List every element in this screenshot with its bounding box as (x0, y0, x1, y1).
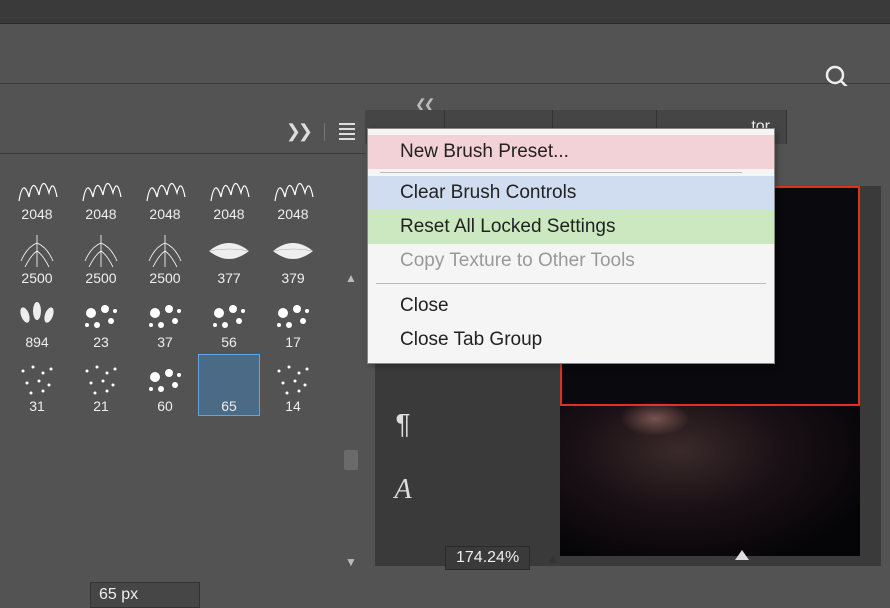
brush-preset[interactable]: 31 (6, 354, 68, 416)
brush-preset[interactable]: 2048 (134, 162, 196, 224)
brush-thumb (77, 359, 125, 399)
brush-preset[interactable]: 37 (134, 290, 196, 352)
brush-thumb (141, 359, 189, 399)
brush-panel-header: ❯❯ (0, 110, 365, 154)
brush-preset[interactable]: 2500 (6, 226, 68, 288)
zoom-level[interactable]: 174.24% (445, 546, 530, 570)
scroll-down-icon[interactable]: ▼ (343, 554, 359, 570)
panel-menu-icon[interactable] (339, 123, 355, 140)
brush-size-label: 17 (285, 335, 301, 351)
brush-size-label: 2048 (277, 207, 308, 223)
brush-preset[interactable]: 2048 (198, 162, 260, 224)
brush-thumb (77, 231, 125, 271)
brush-size-label: 31 (29, 399, 45, 415)
brush-thumb (269, 231, 317, 271)
brush-thumb (77, 295, 125, 335)
brush-size-label: 21 (93, 399, 109, 415)
brush-thumb (13, 167, 61, 207)
brush-size-label: 56 (221, 335, 237, 351)
expand-chevrons-icon[interactable]: ❯❯ (286, 121, 310, 142)
brush-preset[interactable]: 65 (198, 354, 260, 416)
brush-scrollbar: ▲ ▼ (343, 270, 359, 570)
brush-thumb (141, 167, 189, 207)
brush-thumb (269, 295, 317, 335)
brush-preset[interactable]: 2048 (6, 162, 68, 224)
brush-size-label: 60 (157, 399, 173, 415)
menu-item[interactable]: Clear Brush Controls (368, 176, 774, 210)
brush-preset[interactable]: 2500 (70, 226, 132, 288)
image-content (560, 406, 860, 556)
brush-size-label: 377 (217, 271, 240, 287)
brush-preset[interactable]: 23 (70, 290, 132, 352)
paragraph-panel-icon[interactable]: ¶ (385, 406, 421, 442)
menu-separator (376, 283, 766, 284)
divider (324, 123, 325, 141)
brush-preset[interactable]: 21 (70, 354, 132, 416)
brush-thumb (13, 295, 61, 335)
brush-preset[interactable]: 17 (262, 290, 324, 352)
brush-size-label: 2500 (21, 271, 52, 287)
brush-size-label: 23 (93, 335, 109, 351)
character-panel-icon[interactable]: A (385, 472, 421, 508)
brush-thumb (269, 167, 317, 207)
brush-thumb (77, 167, 125, 207)
brush-size-input[interactable] (90, 582, 200, 608)
collapsed-panel-icons: ¶ A (385, 406, 421, 508)
brush-thumb (141, 231, 189, 271)
brush-presets-panel: ❯❯ 2048 2048 2048 2048 2048 2500 2500 2500 377 37… (0, 110, 365, 574)
brush-preset[interactable]: 894 (6, 290, 68, 352)
zoom-slider[interactable] (576, 556, 860, 560)
brush-preset[interactable]: 60 (134, 354, 196, 416)
brush-preset[interactable]: 2048 (70, 162, 132, 224)
brush-preset[interactable]: 377 (198, 226, 260, 288)
scroll-up-icon[interactable]: ▲ (343, 270, 359, 286)
brush-preset[interactable]: 2048 (262, 162, 324, 224)
brush-thumb (13, 359, 61, 399)
brush-preset[interactable]: 14 (262, 354, 324, 416)
brush-size-label: 379 (281, 271, 304, 287)
brush-thumb (269, 359, 317, 399)
brush-size-label: 2500 (85, 271, 116, 287)
brush-thumb (141, 295, 189, 335)
brush-thumb (205, 295, 253, 335)
image-highlight (620, 401, 690, 436)
brush-size-label: 14 (285, 399, 301, 415)
brush-thumb (13, 231, 61, 271)
brush-size-label: 2048 (213, 207, 244, 223)
scroll-thumb[interactable] (344, 450, 358, 470)
brush-preset[interactable]: 379 (262, 226, 324, 288)
brush-preset[interactable]: 56 (198, 290, 260, 352)
brush-thumb (205, 167, 253, 207)
nav-preview-icon[interactable]: ▲ (546, 550, 560, 566)
brush-size-label: 2048 (149, 207, 180, 223)
brush-preset[interactable]: 2500 (134, 226, 196, 288)
brush-grid: 2048 2048 2048 2048 2048 2500 2500 2500 377 379 89… (0, 154, 365, 426)
brush-size-label: 894 (25, 335, 48, 351)
brush-thumb (205, 359, 253, 399)
brush-thumb (205, 231, 253, 271)
brush-size-label: 37 (157, 335, 173, 351)
zoom-slider-handle[interactable] (735, 550, 749, 562)
app-menubar (0, 0, 890, 24)
menu-item[interactable]: Reset All Locked Settings (368, 210, 774, 244)
menu-item[interactable]: Close (368, 289, 774, 323)
brush-size-label: 65 (221, 399, 237, 415)
brush-panel-context-menu: New Brush Preset... Clear Brush ControlsR… (367, 128, 775, 364)
options-bar (0, 24, 890, 84)
menu-item: Copy Texture to Other Tools (368, 244, 774, 278)
menu-separator (380, 172, 742, 173)
document-footer: 174.24% ▲ (445, 544, 890, 572)
brush-size-label: 2500 (149, 271, 180, 287)
brush-size-label: 2048 (85, 207, 116, 223)
menu-item[interactable]: New Brush Preset... (368, 135, 774, 169)
menu-item[interactable]: Close Tab Group (368, 323, 774, 357)
brush-size-label: 2048 (21, 207, 52, 223)
